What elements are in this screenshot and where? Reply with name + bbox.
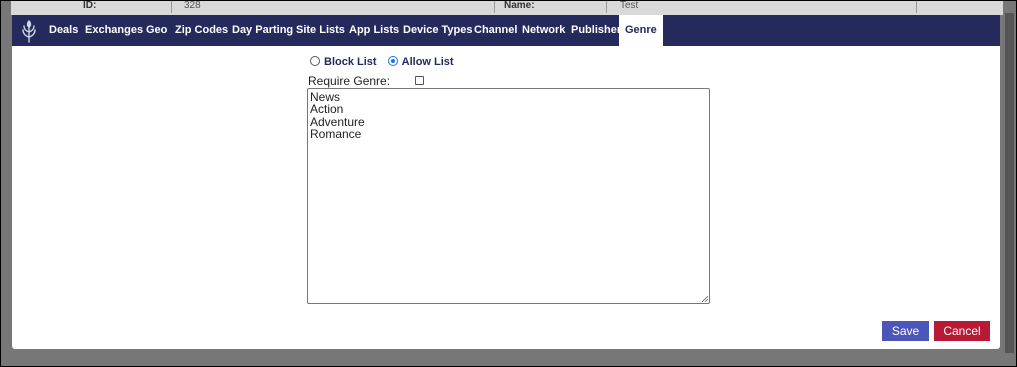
tab-network[interactable]: Network — [522, 15, 565, 46]
tab-geo[interactable]: Geo — [146, 15, 167, 46]
targeting-navbar: Deals Exchanges Geo Zip Codes Day Partin… — [12, 15, 1000, 46]
tab-publisher[interactable]: Publisher — [571, 15, 621, 46]
cancel-button[interactable]: Cancel — [934, 321, 990, 341]
tab-device-types[interactable]: Device Types — [403, 15, 473, 46]
tab-zip-codes[interactable]: Zip Codes — [175, 15, 228, 46]
screen-frame: ID: 328 Name: Test Deals Exchanges Geo Z… — [0, 0, 1017, 367]
id-label: ID: — [83, 0, 97, 11]
genre-line: Romance — [310, 126, 362, 141]
resize-grip-icon[interactable] — [702, 296, 708, 302]
require-genre-checkbox[interactable] — [415, 76, 424, 85]
tab-site-lists[interactable]: Site Lists — [296, 15, 345, 46]
tab-exchanges[interactable]: Exchanges — [85, 15, 143, 46]
allow-list-radio[interactable] — [387, 56, 398, 66]
genre-line: Action — [310, 102, 344, 117]
list-mode-group: Block List Allow List — [310, 56, 462, 68]
name-label: Name: — [504, 0, 535, 11]
tab-day-parting[interactable]: Day Parting — [232, 15, 293, 46]
allow-list-label[interactable]: Allow List — [402, 56, 454, 68]
genre-line: News — [310, 90, 341, 104]
genre-line: Adventure — [310, 114, 365, 129]
genre-modal: Deals Exchanges Geo Zip Codes Day Partin… — [12, 15, 1000, 349]
tab-deals[interactable]: Deals — [49, 15, 78, 46]
id-value: 328 — [184, 0, 201, 11]
leaf-logo-icon — [22, 20, 36, 43]
require-genre-label: Require Genre: — [308, 74, 391, 88]
page-scrollbar[interactable] — [1005, 13, 1014, 353]
genre-textarea[interactable]: News Action Adventure Romance — [307, 88, 710, 304]
tab-channel[interactable]: Channel — [474, 15, 517, 46]
name-value: Test — [620, 0, 639, 11]
background-form: ID: 328 Name: Test — [11, 1, 1003, 15]
tab-genre[interactable]: Genre — [619, 15, 663, 46]
block-list-label[interactable]: Block List — [324, 56, 377, 68]
save-button[interactable]: Save — [882, 321, 929, 341]
block-list-radio[interactable] — [310, 56, 320, 66]
tab-app-lists[interactable]: App Lists — [349, 15, 399, 46]
